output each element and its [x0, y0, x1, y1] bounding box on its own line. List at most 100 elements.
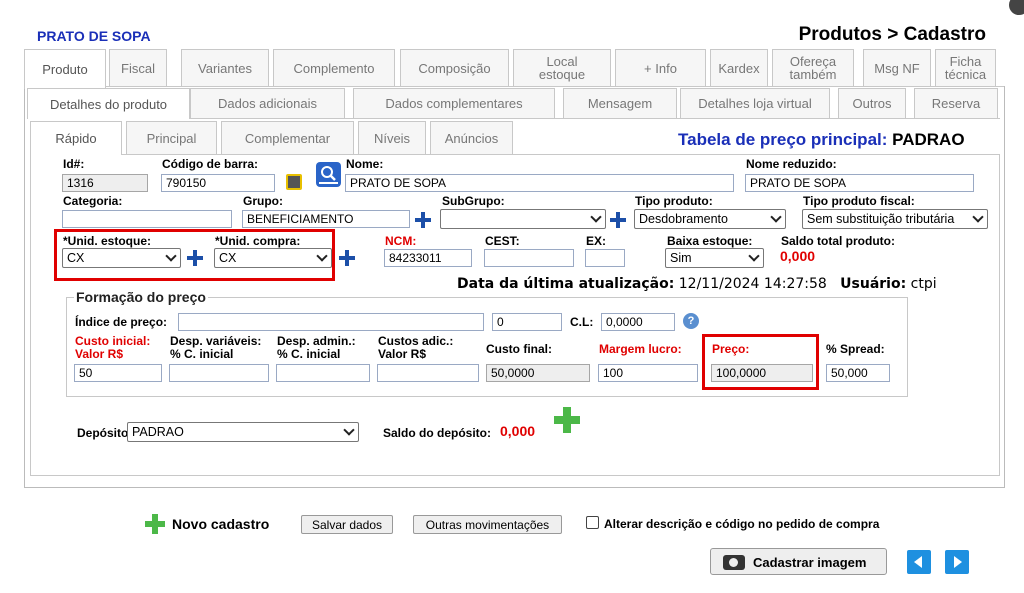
price-table-label: Tabela de preço principal:	[678, 130, 893, 149]
chevron-down-icon	[770, 211, 782, 223]
group-input[interactable]: BENEFICIAMENTO	[242, 210, 410, 228]
stock-unit-select[interactable]: CX	[62, 248, 181, 268]
ncm-label: NCM:	[385, 234, 417, 248]
tab-kardex[interactable]: Kardex	[710, 49, 768, 86]
tab-ofereca-tambem[interactable]: Ofereça também	[772, 49, 854, 86]
spread-input[interactable]: 50,000	[826, 364, 890, 382]
add-purchase-unit-icon[interactable]	[339, 250, 355, 266]
add-subgroup-icon[interactable]	[610, 212, 626, 228]
margin-input[interactable]: 100	[598, 364, 698, 382]
category-label: Categoria:	[63, 194, 123, 208]
search-icon[interactable]	[316, 162, 341, 187]
tab-principal[interactable]: Principal	[126, 121, 217, 154]
subgroup-select[interactable]	[440, 209, 606, 229]
adm-exp-label-1: Desp. admin.:	[277, 334, 356, 348]
spread-label: % Spread:	[826, 342, 885, 356]
price-label: Preço:	[712, 342, 750, 356]
last-update-line: Data da última atualização: 12/11/2024 1…	[457, 276, 937, 292]
tab-variantes[interactable]: Variantes	[181, 49, 269, 86]
add-cost-label-2: Valor R$	[378, 347, 427, 361]
tab-composicao[interactable]: Composição	[400, 49, 509, 86]
adm-exp-label-2: % C. inicial	[277, 347, 341, 361]
tab-mais-info[interactable]: + Info	[615, 49, 706, 86]
register-image-label: Cadastrar imagem	[753, 555, 867, 570]
var-exp-label-2: % C. inicial	[170, 347, 234, 361]
deposit-select[interactable]: PADRAO	[127, 422, 359, 442]
tab-detalhes-produto[interactable]: Detalhes do produto	[27, 88, 190, 119]
price-index-input[interactable]	[178, 313, 484, 331]
price-index-number: 0	[492, 313, 562, 331]
cl-label: C.L:	[570, 315, 594, 329]
add-group-icon[interactable]	[415, 212, 431, 228]
help-icon[interactable]: ?	[683, 313, 699, 329]
barcode-input[interactable]: 790150	[161, 174, 275, 192]
stock-unit-value: CX	[67, 251, 85, 265]
subgroup-label: SubGrupo:	[442, 194, 505, 208]
user-value: ctpi	[910, 276, 937, 292]
tab-complementar[interactable]: Complementar	[221, 121, 354, 154]
product-type-value: Desdobramento	[639, 212, 728, 226]
ex-label: EX:	[586, 234, 607, 248]
tab-mensagem[interactable]: Mensagem	[563, 88, 677, 118]
prev-arrow-icon[interactable]	[907, 550, 931, 574]
adm-exp-input[interactable]	[276, 364, 370, 382]
tab-fiscal[interactable]: Fiscal	[109, 49, 167, 86]
initial-cost-label: Custo inicial: Valor R$	[75, 335, 150, 361]
save-button[interactable]: Salvar dados	[301, 515, 393, 534]
initial-cost-label-2: Valor R$	[75, 347, 124, 361]
barcode-scan-icon[interactable]	[286, 174, 302, 190]
tab-msg-nf[interactable]: Msg NF	[863, 49, 931, 86]
tab-reserva[interactable]: Reserva	[914, 88, 998, 118]
new-record-button[interactable]: Novo cadastro	[172, 516, 269, 532]
fiscal-type-select[interactable]: Sem substituição tributária	[802, 209, 988, 229]
tab-produto[interactable]: Produto	[24, 49, 106, 89]
tab-anuncios[interactable]: Anúncios	[430, 121, 513, 154]
tab-detalhes-loja-virtual[interactable]: Detalhes loja virtual	[680, 88, 830, 118]
tab-complemento[interactable]: Complemento	[273, 49, 395, 86]
chevron-down-icon	[972, 211, 984, 223]
tab-dados-complementares[interactable]: Dados complementares	[353, 88, 555, 118]
purchase-unit-value: CX	[219, 251, 237, 265]
low-stock-value: Sim	[670, 251, 692, 265]
deposit-balance-label: Saldo do depósito:	[383, 426, 491, 440]
chevron-down-icon	[590, 211, 602, 223]
var-exp-label: Desp. variáveis:% C. inicial	[170, 335, 261, 361]
corner-close-icon[interactable]	[1006, 0, 1024, 18]
name-input[interactable]: PRATO DE SOPA	[345, 174, 734, 192]
register-image-button[interactable]: Cadastrar imagem	[710, 548, 887, 575]
tab-outros[interactable]: Outros	[838, 88, 906, 118]
chevron-down-icon	[165, 250, 177, 262]
product-type-label: Tipo produto:	[635, 194, 713, 208]
adm-exp-label: Desp. admin.:% C. inicial	[277, 335, 356, 361]
alter-checkbox[interactable]	[586, 516, 599, 529]
low-stock-select[interactable]: Sim	[665, 248, 764, 268]
alter-checkbox-label: Alterar descrição e código no pedido de …	[604, 517, 880, 531]
page-breadcrumb: Produtos > Cadastro	[798, 24, 986, 45]
var-exp-input[interactable]	[169, 364, 269, 382]
ncm-input[interactable]: 84233011	[384, 249, 472, 267]
tab-dados-adicionais[interactable]: Dados adicionais	[190, 88, 345, 118]
purchase-unit-select[interactable]: CX	[214, 248, 332, 268]
deposit-balance-value: 0,000	[500, 423, 536, 439]
add-deposit-icon[interactable]	[554, 407, 580, 433]
add-cost-input[interactable]	[377, 364, 479, 382]
new-record-icon[interactable]	[145, 514, 165, 534]
short-name-input[interactable]: PRATO DE SOPA	[745, 174, 974, 192]
tab-local-estoque[interactable]: Local estoque	[513, 49, 611, 86]
final-cost-field: 50,0000	[486, 364, 590, 382]
group-label: Grupo:	[243, 194, 283, 208]
product-type-select[interactable]: Desdobramento	[634, 209, 786, 229]
ex-input[interactable]	[585, 249, 625, 267]
stock-unit-label: *Unid. estoque:	[63, 234, 152, 248]
tab-ficha-tecnica[interactable]: Ficha técnica	[935, 49, 996, 86]
add-stock-unit-icon[interactable]	[187, 250, 203, 266]
other-movements-button[interactable]: Outras movimentações	[413, 515, 562, 534]
initial-cost-input[interactable]: 50	[74, 364, 162, 382]
cl-input[interactable]: 0,0000	[601, 313, 675, 331]
price-table-heading: Tabela de preço principal: PADRAO	[678, 130, 965, 150]
tab-rapido[interactable]: Rápido	[30, 121, 122, 155]
cest-input[interactable]	[484, 249, 574, 267]
next-arrow-icon[interactable]	[945, 550, 969, 574]
category-input[interactable]	[62, 210, 232, 228]
tab-niveis[interactable]: Níveis	[358, 121, 426, 154]
